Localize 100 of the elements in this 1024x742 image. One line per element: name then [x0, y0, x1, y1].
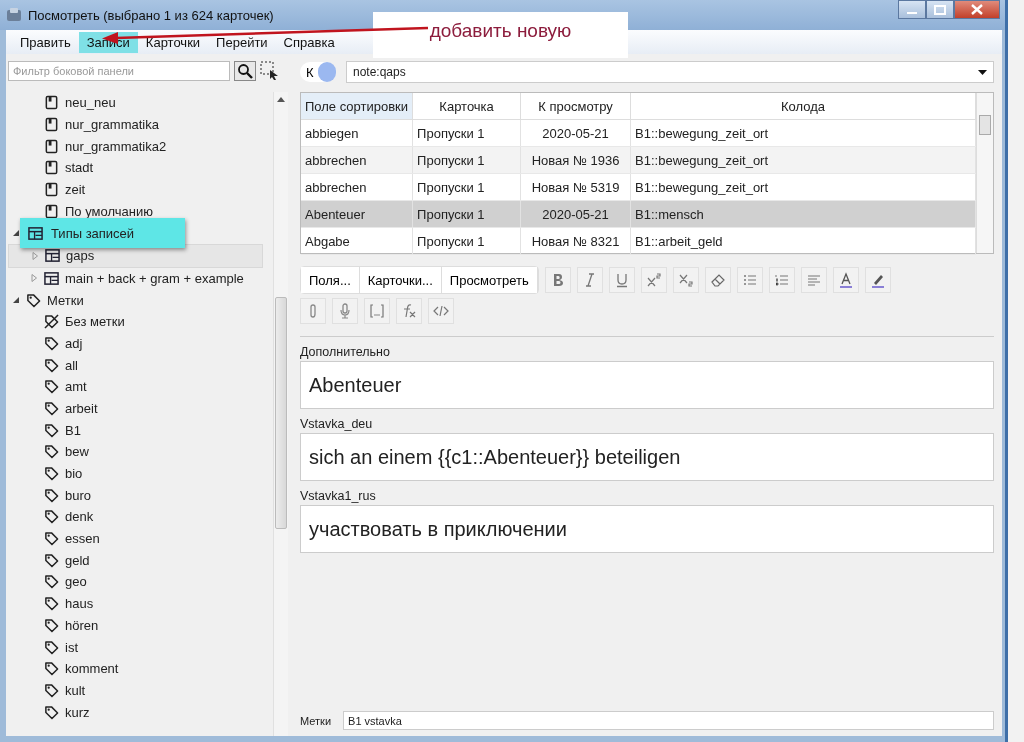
sidebar-item[interactable]: all [8, 354, 273, 376]
function-icon[interactable] [396, 298, 422, 324]
search-field[interactable]: note:qaps [346, 61, 994, 83]
menu-item[interactable]: Карточки [137, 31, 209, 53]
input-field[interactable]: sich an einem {{c1::Abenteuer}} beteiligen [300, 433, 994, 481]
underline-icon[interactable] [608, 267, 635, 293]
sidebar-item[interactable]: nur_grammatika [8, 113, 273, 136]
highlighter-icon[interactable] [864, 267, 891, 293]
table-cell: Новая № 8321 [520, 227, 631, 255]
sidebar-item[interactable]: nur_grammatika2 [8, 135, 273, 158]
input-field[interactable]: Abenteuer [300, 361, 994, 409]
tag-icon [44, 357, 59, 373]
sidebar-item[interactable]: arbeit [8, 397, 273, 420]
sidebar-item[interactable]: main + back + gram + example [8, 267, 273, 290]
sidebar-item[interactable]: adj [8, 332, 273, 355]
sidebar-item[interactable]: essen [8, 527, 273, 550]
sidebar-item[interactable]: geld [8, 549, 273, 572]
column-header[interactable]: Поле сортировки [301, 93, 413, 120]
sidebar-filter-field[interactable]: Фильтр боковой панели [8, 61, 230, 81]
tag-icon [44, 574, 59, 590]
cloze-icon[interactable] [364, 298, 390, 324]
bold-icon[interactable] [544, 267, 571, 293]
subscript-icon[interactable] [672, 267, 699, 293]
window-title: Посмотреть (выбрано 1 из 624 карточек) [28, 7, 274, 23]
menu-item[interactable]: Справка [275, 31, 343, 53]
tooltip: Типы записей [20, 218, 185, 248]
minimize-button[interactable] [898, 0, 926, 19]
close-icon [971, 4, 983, 15]
card-icon [44, 160, 59, 176]
tag-icon [44, 682, 59, 698]
field-label: Vstavka1_rus [300, 489, 377, 503]
maximize-icon [934, 4, 946, 15]
tag-icon [44, 509, 59, 525]
collapsed-arrow-icon[interactable] [30, 274, 38, 283]
sidebar-item[interactable]: denk [8, 506, 273, 528]
table-row[interactable]: abbiegen Пропуски 1 2020-05-21 B1::bewegung_zeit_ort [301, 119, 976, 147]
column-header[interactable]: Колода [630, 93, 976, 120]
annotation-callout: добавить новую [373, 12, 628, 58]
search-button[interactable] [234, 61, 256, 81]
sidebar-item[interactable]: neu_neu [8, 92, 273, 114]
table-cell: Пропуски 1 [412, 173, 521, 201]
table-cell: 2020-05-21 [520, 119, 631, 147]
select-tool-icon[interactable] [260, 61, 280, 81]
sidebar-item[interactable]: zeit [8, 178, 273, 201]
scrollbar[interactable] [273, 92, 288, 736]
table-cell: B1::bewegung_zeit_ort [630, 146, 976, 174]
sidebar-item[interactable]: B1 [8, 419, 273, 441]
maximize-button[interactable] [926, 0, 954, 19]
close-button[interactable] [954, 0, 1000, 19]
field-label: Дополнительно [300, 345, 391, 359]
table-row[interactable]: abbrechen Пропуски 1 Новая № 1936 B1::bewegung_zeit_ort [301, 146, 976, 174]
field-label: Vstavka_deu [300, 417, 374, 431]
italic-icon[interactable] [576, 267, 603, 293]
sidebar-item[interactable]: ist [8, 636, 273, 658]
editor-button[interactable]: Поля... [301, 267, 360, 293]
column-header[interactable]: К просмотру [520, 93, 631, 120]
sidebar-item[interactable]: haus [8, 592, 273, 615]
scroll-up-icon[interactable] [277, 96, 285, 102]
caret-icon[interactable] [978, 69, 987, 75]
crossed-tag-icon [44, 314, 59, 330]
expanded-arrow-icon[interactable] [12, 296, 20, 305]
paperclip-icon[interactable] [300, 298, 326, 324]
sidebar-item[interactable]: amt [8, 375, 273, 398]
tag-icon [44, 335, 59, 351]
sidebar-item[interactable]: Без метки [8, 310, 273, 333]
sidebar-item[interactable]: buro [8, 484, 273, 507]
sidebar-item[interactable]: Метки [8, 289, 273, 311]
sidebar-item[interactable]: kurz [8, 701, 273, 723]
tags-field[interactable]: B1 vstavka [343, 711, 994, 730]
sidebar-item[interactable]: geo [8, 571, 273, 593]
text-color-icon[interactable] [832, 267, 859, 293]
collapsed-arrow-icon[interactable] [31, 251, 39, 260]
expanded-arrow-icon[interactable] [12, 228, 20, 237]
sidebar-item[interactable]: hören [8, 614, 273, 637]
menu-item[interactable]: Править [12, 31, 79, 53]
tag-icon [44, 661, 59, 677]
mode-toggle[interactable]: К [300, 62, 336, 82]
table-row[interactable]: abbrechen Пропуски 1 Новая № 5319 B1::bewegung_zeit_ort [301, 173, 976, 201]
input-field[interactable]: участвовать в приключении [300, 505, 994, 553]
table-row[interactable]: Abgabe Пропуски 1 Новая № 8321 B1::arbeit_geld [301, 227, 976, 255]
superscript-icon[interactable] [640, 267, 667, 293]
table-cell: Пропуски 1 [412, 146, 521, 174]
microphone-icon[interactable] [332, 298, 358, 324]
scrollbar[interactable] [976, 93, 993, 253]
layout-icon [44, 270, 59, 286]
sidebar-item[interactable]: kult [8, 679, 273, 702]
eraser-icon[interactable] [704, 267, 731, 293]
sidebar-item[interactable]: stadt [8, 157, 273, 179]
column-header[interactable]: Карточка [412, 93, 521, 120]
tag-icon [44, 617, 59, 633]
menu-item[interactable]: Перейти [208, 31, 276, 53]
table-cell: Abgabe [301, 227, 413, 255]
sidebar-item[interactable]: komment [8, 657, 273, 680]
code-icon[interactable] [428, 298, 454, 324]
table-row[interactable]: Abenteuer Пропуски 1 2020-05-21 B1::mensch [301, 200, 976, 228]
table-cell: Пропуски 1 [412, 119, 521, 147]
sidebar-item[interactable]: bew [8, 441, 273, 463]
card-icon [44, 182, 59, 198]
sidebar-item[interactable]: bio [8, 462, 273, 485]
tag-icon [26, 292, 41, 308]
